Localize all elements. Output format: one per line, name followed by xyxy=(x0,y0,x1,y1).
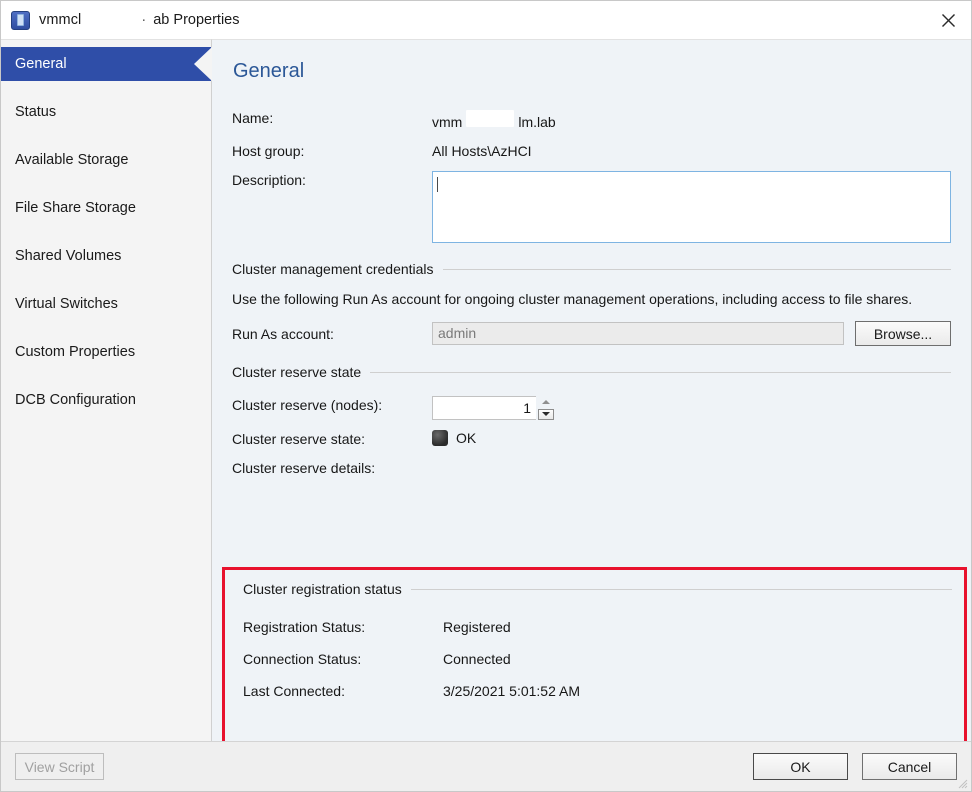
sidebar-item-label: DCB Configuration xyxy=(15,392,136,408)
cluster-reserve-details-row: Cluster reserve details: xyxy=(232,459,951,476)
sidebar-item-virtual-switches[interactable]: Virtual Switches xyxy=(1,287,211,321)
group-title: Cluster registration status xyxy=(243,581,402,597)
resize-grip-icon[interactable] xyxy=(958,779,968,789)
cluster-reserve-nodes-input[interactable]: 1 xyxy=(432,396,536,420)
sidebar-item-custom-properties[interactable]: Custom Properties xyxy=(1,335,211,369)
cluster-reserve-state-value: OK xyxy=(432,430,476,446)
sidebar-item-status[interactable]: Status xyxy=(1,95,211,129)
sidebar-item-dcb-configuration[interactable]: DCB Configuration xyxy=(1,383,211,417)
stepper-buttons xyxy=(536,396,554,420)
name-value-prefix: vmm xyxy=(432,114,462,130)
sidebar-item-label: Custom Properties xyxy=(15,344,135,360)
cluster-reserve-nodes-row: Cluster reserve (nodes): 1 xyxy=(232,396,951,420)
sidebar-item-shared-volumes[interactable]: Shared Volumes xyxy=(1,239,211,273)
sidebar-item-label: General xyxy=(15,56,67,72)
cluster-reserve-details-label: Cluster reserve details: xyxy=(232,459,432,476)
sidebar-nav: General Status Available Storage File Sh… xyxy=(1,39,212,741)
cluster-reserve-nodes-label: Cluster reserve (nodes): xyxy=(232,396,432,413)
group-header: Cluster registration status xyxy=(243,581,952,597)
status-badge: OK xyxy=(456,430,476,446)
sidebar-item-label: Available Storage xyxy=(15,152,128,168)
sidebar-item-label: File Share Storage xyxy=(15,200,136,216)
cluster-node-icon xyxy=(432,430,448,446)
run-as-label: Run As account: xyxy=(232,325,432,342)
group-header: Cluster reserve state xyxy=(232,364,951,380)
description-label: Description: xyxy=(232,171,432,188)
sidebar-item-label: Shared Volumes xyxy=(15,248,121,264)
cluster-management-credentials-group: Cluster management credentials Use the f… xyxy=(232,261,951,346)
group-divider xyxy=(443,269,951,270)
host-group-row: Host group: All Hosts\AzHCI xyxy=(232,142,951,159)
dialog-footer: View Script OK Cancel xyxy=(1,741,971,791)
title-separator: · xyxy=(141,12,146,28)
run-as-row: Run As account: admin Browse... xyxy=(232,321,951,346)
registration-status-value: Registered xyxy=(443,619,511,635)
cluster-reserve-state-group: Cluster reserve state Cluster reserve (n… xyxy=(232,364,951,476)
last-connected-row: Last Connected: 3/25/2021 5:01:52 AM xyxy=(243,683,952,699)
title-bar: vmmcl · ab Properties xyxy=(1,1,971,39)
sidebar-item-available-storage[interactable]: Available Storage xyxy=(1,143,211,177)
page-title: General xyxy=(233,60,951,83)
cluster-registration-status-group: Cluster registration status Registration… xyxy=(222,567,967,741)
group-divider xyxy=(370,372,951,373)
group-title: Cluster management credentials xyxy=(232,261,434,277)
description-input[interactable] xyxy=(432,171,951,243)
connection-status-value: Connected xyxy=(443,651,511,667)
run-as-input[interactable]: admin xyxy=(432,322,844,345)
host-group-label: Host group: xyxy=(232,142,432,159)
last-connected-label: Last Connected: xyxy=(243,683,443,699)
close-icon[interactable] xyxy=(925,1,971,39)
sidebar-item-file-share-storage[interactable]: File Share Storage xyxy=(1,191,211,225)
cancel-button[interactable]: Cancel xyxy=(862,753,957,780)
vmm-cluster-icon xyxy=(11,11,30,30)
redacted-block xyxy=(466,110,514,127)
last-connected-value: 3/25/2021 5:01:52 AM xyxy=(443,683,580,699)
group-divider xyxy=(411,589,952,590)
description-row: Description: xyxy=(232,171,951,243)
sidebar-item-label: Status xyxy=(15,104,56,120)
view-script-button[interactable]: View Script xyxy=(15,753,104,780)
name-value-suffix: lm.lab xyxy=(518,114,555,130)
text-caret xyxy=(437,177,438,192)
sidebar-item-label: Virtual Switches xyxy=(15,296,118,312)
host-group-value: All Hosts\AzHCI xyxy=(432,142,532,159)
ok-button[interactable]: OK xyxy=(753,753,848,780)
cluster-reserve-nodes-stepper[interactable]: 1 xyxy=(432,396,554,420)
credentials-description: Use the following Run As account for ong… xyxy=(232,290,938,309)
sidebar-item-general[interactable]: General xyxy=(1,47,211,81)
registration-status-row: Registration Status: Registered xyxy=(243,619,952,635)
cluster-reserve-state-row: Cluster reserve state: OK xyxy=(232,430,951,447)
name-value: vmm lm.lab xyxy=(432,109,556,130)
properties-dialog: vmmcl · ab Properties General Status Ava… xyxy=(0,0,972,792)
name-row: Name: vmm lm.lab xyxy=(232,109,951,130)
name-label: Name: xyxy=(232,109,432,126)
connection-status-row: Connection Status: Connected xyxy=(243,651,952,667)
browse-button[interactable]: Browse... xyxy=(855,321,951,346)
stepper-down-icon[interactable] xyxy=(538,409,554,420)
dialog-body: General Status Available Storage File Sh… xyxy=(1,39,971,741)
registration-status-label: Registration Status: xyxy=(243,619,443,635)
footer-actions: OK Cancel xyxy=(753,753,957,780)
content-pane: General Name: vmm lm.lab Host group: All… xyxy=(212,39,971,741)
window-title-primary: vmmcl xyxy=(39,12,81,28)
group-title: Cluster reserve state xyxy=(232,364,361,380)
window-title-rest: ab Properties xyxy=(153,12,239,28)
cluster-reserve-state-label: Cluster reserve state: xyxy=(232,430,432,447)
group-header: Cluster management credentials xyxy=(232,261,951,277)
stepper-up-icon[interactable] xyxy=(538,397,554,408)
connection-status-label: Connection Status: xyxy=(243,651,443,667)
